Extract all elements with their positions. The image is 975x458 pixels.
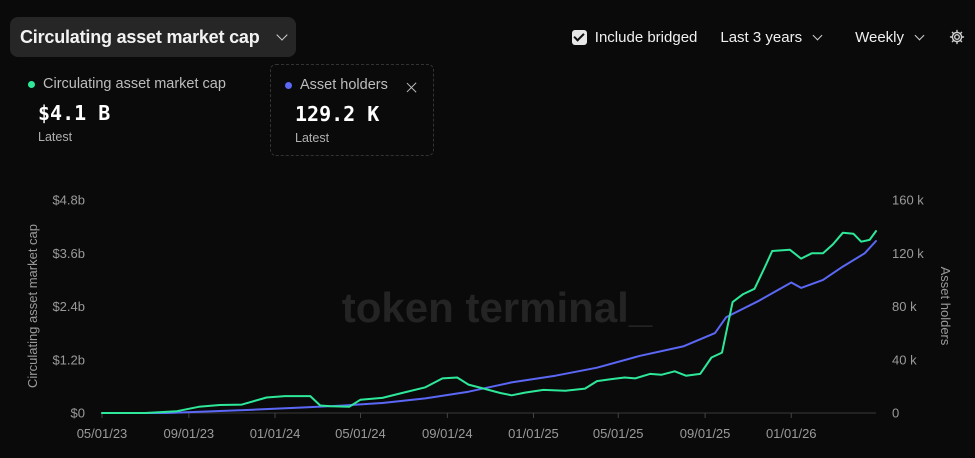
y-left-axis-label: Circulating asset market cap xyxy=(25,224,40,388)
y-left-tick-label: $3.6b xyxy=(52,246,85,261)
x-tick-label: 09/01/25 xyxy=(680,426,731,441)
y-left-tick-label: $2.4b xyxy=(52,299,85,314)
y-right-tick-label: 80 k xyxy=(892,299,917,314)
y-right-tick-label: 40 k xyxy=(892,352,917,367)
x-tick-label: 01/01/26 xyxy=(766,426,817,441)
x-tick-label: 01/01/25 xyxy=(508,426,559,441)
y-left-tick-label: $0 xyxy=(71,406,85,421)
y-left-tick-label: $4.8b xyxy=(52,193,85,208)
y-right-tick-label: 0 xyxy=(892,406,899,421)
x-tick-label: 09/01/23 xyxy=(164,426,215,441)
x-tick-label: 09/01/24 xyxy=(422,426,473,441)
x-tick-label: 05/01/24 xyxy=(335,426,386,441)
y-left-tick-label: $1.2b xyxy=(52,352,85,367)
y-right-axis-label: Asset holders xyxy=(938,267,953,346)
line-chart: token terminal_ 05/01/23 09/01/23 01/01/24… xyxy=(25,193,953,442)
y-right-tick-label: 160 k xyxy=(892,193,924,208)
watermark: token terminal_ xyxy=(342,284,653,331)
x-tick-label: 05/01/25 xyxy=(593,426,644,441)
y-right-tick-label: 120 k xyxy=(892,246,924,261)
x-tick-label: 01/01/24 xyxy=(250,426,301,441)
x-tick-label: 05/01/23 xyxy=(77,426,128,441)
